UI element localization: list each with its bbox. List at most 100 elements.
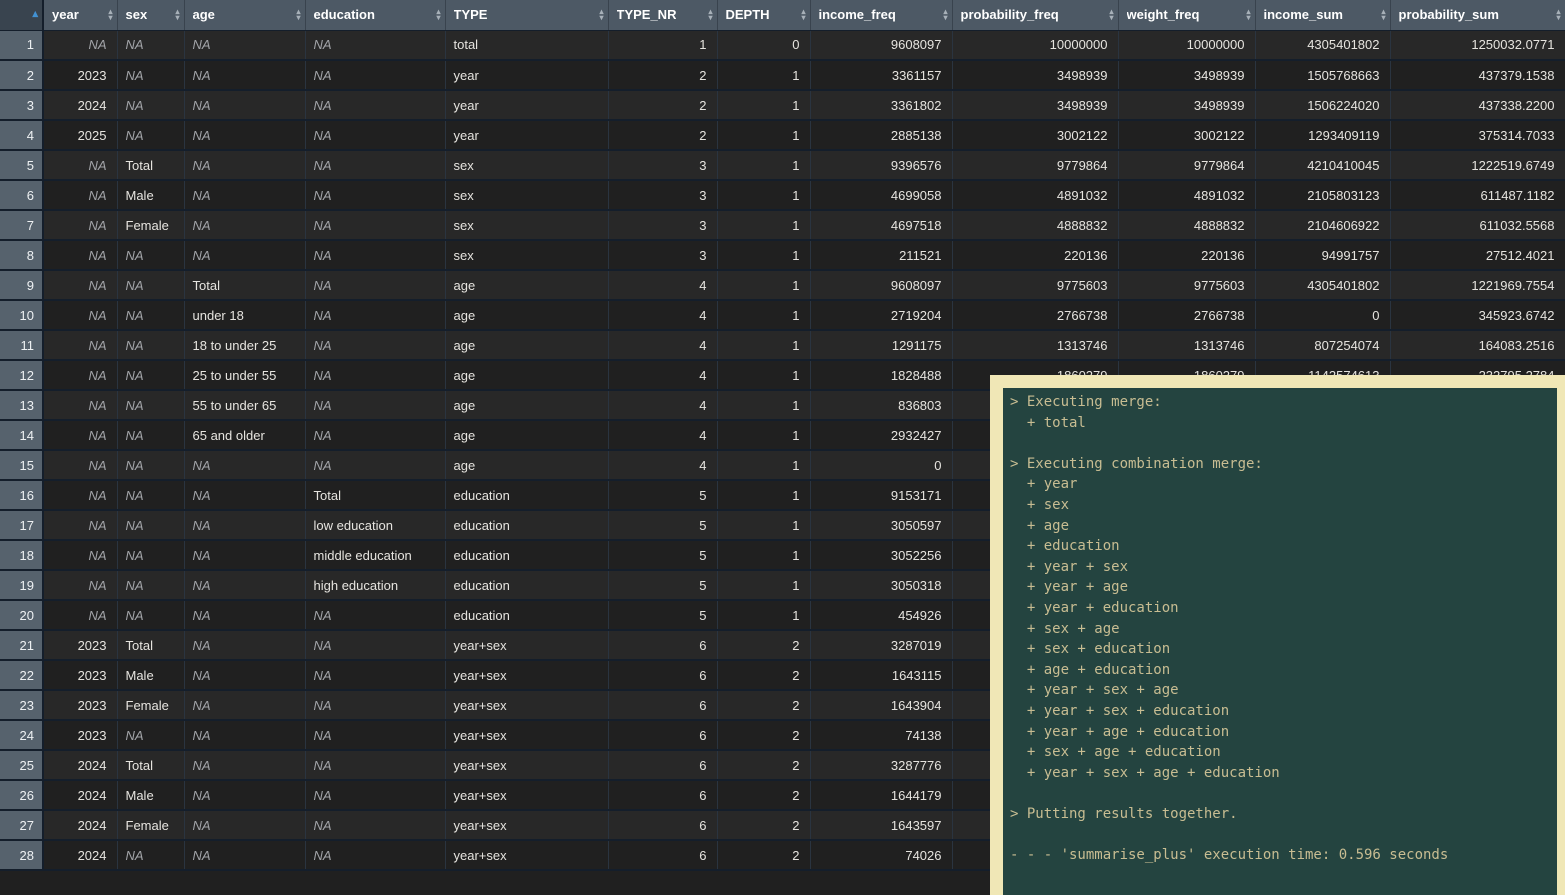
cell-income_freq: 1643115 (810, 660, 952, 690)
column-label: DEPTH (726, 7, 770, 22)
cell-income_sum: 2104606922 (1255, 210, 1390, 240)
cell-year: 2023 (43, 60, 117, 90)
row-number: 3 (0, 90, 43, 120)
cell-probability_freq: 3498939 (952, 90, 1118, 120)
cell-probability_sum: 27512.4021 (1390, 240, 1565, 270)
column-header-year[interactable]: year▴▾ (43, 0, 117, 30)
cell-income_sum: 1293409119 (1255, 120, 1390, 150)
cell-probability_freq: 1313746 (952, 330, 1118, 360)
cell-TYPE_NR: 6 (608, 660, 717, 690)
cell-age: Total (184, 270, 305, 300)
cell-weight_freq: 3002122 (1118, 120, 1255, 150)
column-header-education[interactable]: education▴▾ (305, 0, 445, 30)
cell-age: NA (184, 630, 305, 660)
cell-TYPE: year (445, 90, 608, 120)
cell-year: NA (43, 150, 117, 180)
cell-income_freq: 9153171 (810, 480, 952, 510)
column-header-weight_freq[interactable]: weight_freq▴▾ (1118, 0, 1255, 30)
cell-sex: NA (117, 570, 184, 600)
cell-DEPTH: 1 (717, 120, 810, 150)
row-number: 20 (0, 600, 43, 630)
cell-DEPTH: 2 (717, 690, 810, 720)
row-number: 18 (0, 540, 43, 570)
cell-education: NA (305, 270, 445, 300)
cell-year: NA (43, 30, 117, 60)
cell-probability_freq: 10000000 (952, 30, 1118, 60)
row-number: 11 (0, 330, 43, 360)
cell-sex: NA (117, 510, 184, 540)
cell-TYPE_NR: 2 (608, 60, 717, 90)
cell-age: NA (184, 150, 305, 180)
column-header-age[interactable]: age▴▾ (184, 0, 305, 30)
cell-TYPE: age (445, 330, 608, 360)
cell-DEPTH: 1 (717, 180, 810, 210)
cell-TYPE: year+sex (445, 720, 608, 750)
cell-TYPE: sex (445, 180, 608, 210)
header-row: ▴year▴▾sex▴▾age▴▾education▴▾TYPE▴▾TYPE_N… (0, 0, 1565, 30)
cell-education: NA (305, 30, 445, 60)
column-header-income_sum[interactable]: income_sum▴▾ (1255, 0, 1390, 30)
row-number: 23 (0, 690, 43, 720)
cell-probability_freq: 9779864 (952, 150, 1118, 180)
cell-DEPTH: 2 (717, 630, 810, 660)
row-number: 28 (0, 840, 43, 870)
cell-year: NA (43, 570, 117, 600)
cell-TYPE_NR: 5 (608, 510, 717, 540)
cell-probability_sum: 437338.2200 (1390, 90, 1565, 120)
cell-TYPE_NR: 6 (608, 780, 717, 810)
cell-weight_freq: 10000000 (1118, 30, 1255, 60)
row-number: 12 (0, 360, 43, 390)
column-header-TYPE_NR[interactable]: TYPE_NR ▴▾ (608, 0, 717, 30)
cell-education: NA (305, 810, 445, 840)
cell-education: middle education (305, 540, 445, 570)
row-number: 17 (0, 510, 43, 540)
cell-weight_freq: 3498939 (1118, 60, 1255, 90)
column-label: probability_sum (1399, 7, 1499, 22)
cell-sex: NA (117, 600, 184, 630)
cell-age: NA (184, 510, 305, 540)
cell-DEPTH: 2 (717, 720, 810, 750)
cell-income_sum: 4305401802 (1255, 270, 1390, 300)
cell-income_freq: 3361802 (810, 90, 952, 120)
cell-weight_freq: 1313746 (1118, 330, 1255, 360)
cell-DEPTH: 2 (717, 840, 810, 870)
cell-income_freq: 9608097 (810, 270, 952, 300)
cell-education: NA (305, 690, 445, 720)
cell-TYPE_NR: 5 (608, 480, 717, 510)
row-number: 4 (0, 120, 43, 150)
column-header-DEPTH[interactable]: DEPTH▴▾ (717, 0, 810, 30)
cell-TYPE: education (445, 480, 608, 510)
cell-income_sum: 94991757 (1255, 240, 1390, 270)
cell-TYPE: year (445, 60, 608, 90)
cell-year: NA (43, 360, 117, 390)
cell-income_freq: 2932427 (810, 420, 952, 450)
column-header-probability_sum[interactable]: probability_sum▴▾ (1390, 0, 1565, 30)
column-header-TYPE[interactable]: TYPE▴▾ (445, 0, 608, 30)
cell-TYPE: total (445, 30, 608, 60)
cell-education: NA (305, 600, 445, 630)
corner-header-sorted[interactable]: ▴ (0, 0, 43, 30)
column-header-income_freq[interactable]: income_freq▴▾ (810, 0, 952, 30)
cell-income_sum: 807254074 (1255, 330, 1390, 360)
cell-year: 2023 (43, 690, 117, 720)
cell-income_freq: 1828488 (810, 360, 952, 390)
sort-arrows-icon: ▴▾ (708, 9, 712, 21)
column-label: TYPE_NR (617, 7, 677, 22)
cell-year: NA (43, 390, 117, 420)
cell-age: NA (184, 180, 305, 210)
table-row: 42025NANANAyear2128851383002122300212212… (0, 120, 1565, 150)
cell-age: NA (184, 540, 305, 570)
cell-income_freq: 211521 (810, 240, 952, 270)
column-label: education (314, 7, 375, 22)
row-number: 26 (0, 780, 43, 810)
cell-DEPTH: 2 (717, 780, 810, 810)
cell-age: NA (184, 780, 305, 810)
cell-DEPTH: 1 (717, 420, 810, 450)
cell-weight_freq: 9775603 (1118, 270, 1255, 300)
cell-year: NA (43, 420, 117, 450)
column-header-probability_freq[interactable]: probability_freq▴▾ (952, 0, 1118, 30)
cell-TYPE: year (445, 120, 608, 150)
column-header-sex[interactable]: sex▴▾ (117, 0, 184, 30)
cell-DEPTH: 1 (717, 240, 810, 270)
cell-DEPTH: 1 (717, 510, 810, 540)
